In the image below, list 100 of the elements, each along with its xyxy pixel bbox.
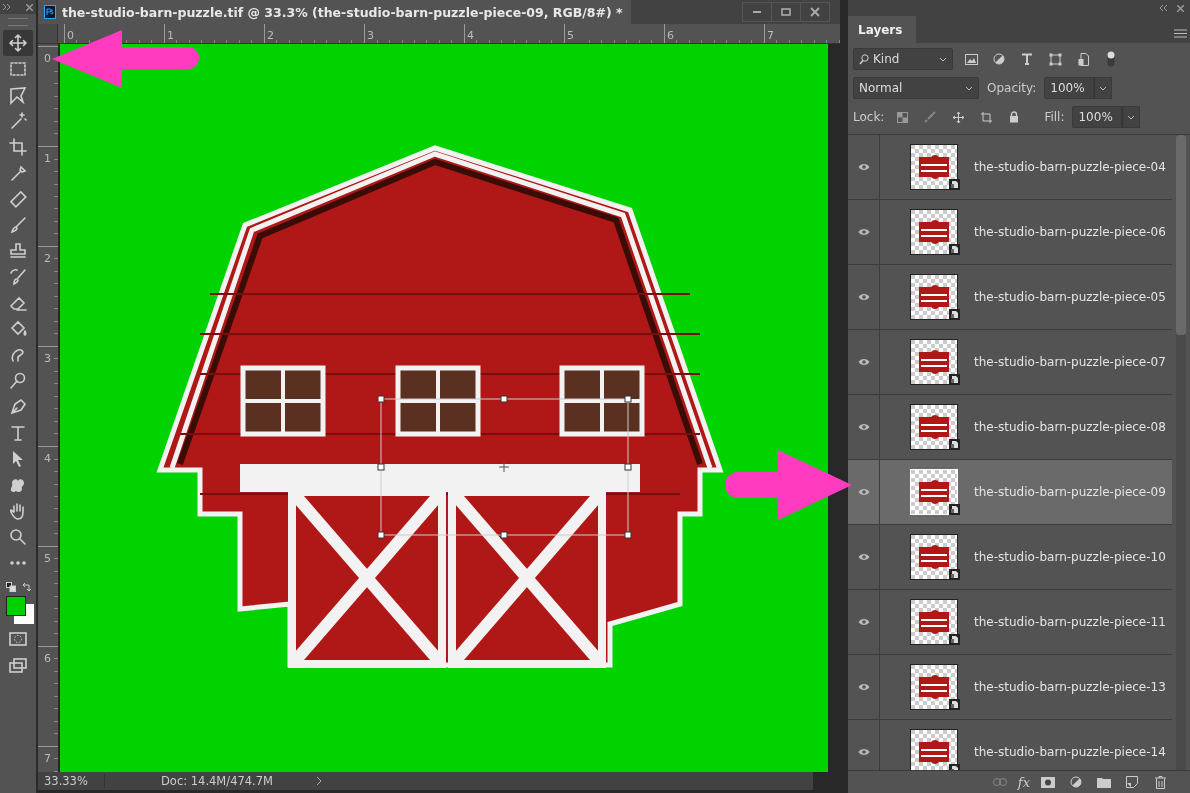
layer-thumbnail <box>910 339 958 385</box>
lock-label: Lock: <box>853 110 885 124</box>
smart-object-badge-icon <box>949 244 960 255</box>
caret-icon <box>965 85 973 91</box>
opacity-field[interactable]: 100% <box>1044 77 1095 99</box>
new-page-icon <box>1126 776 1138 788</box>
ruler-label: 3 <box>366 29 374 42</box>
blend-mode-dropdown[interactable]: Normal <box>853 77 979 99</box>
type-icon <box>1021 53 1033 65</box>
filter-dropdown[interactable]: Kind <box>853 48 953 70</box>
ruler-label: 4 <box>466 29 474 42</box>
paint-bucket-icon <box>8 319 28 339</box>
quick-mask-icon <box>8 629 28 649</box>
eye-icon <box>857 488 870 496</box>
blend-mode-value: Normal <box>859 81 903 95</box>
grip-handle[interactable] <box>8 18 28 26</box>
fill-field[interactable]: 100% <box>1072 106 1123 128</box>
ruler-label: 4 <box>43 452 51 465</box>
stamp-icon <box>8 241 28 261</box>
layer-row[interactable]: the-studio-barn-puzzle-piece-10 <box>848 525 1172 590</box>
toggle-icon <box>1107 51 1115 67</box>
search-icon <box>859 53 869 65</box>
pen-icon <box>8 397 28 417</box>
scrollbar-thumb[interactable] <box>1176 135 1186 335</box>
ruler-label: 2 <box>266 29 274 42</box>
magic-wand-icon <box>8 111 28 131</box>
swap-colors-icon <box>22 582 32 592</box>
layer-row[interactable]: the-studio-barn-puzzle-piece-08 <box>848 395 1172 460</box>
link-icon <box>992 778 1007 786</box>
layer-thumbnail <box>910 404 958 450</box>
document-tab[interactable]: the-studio-barn-puzzle.tif @ 33.3% (the-studio-barn-puzzle-piece-09, RGB/8#) * <box>38 0 631 24</box>
scrollbar-track[interactable] <box>1176 135 1186 770</box>
close-icon <box>1177 4 1184 12</box>
filter-value: Kind <box>873 52 900 66</box>
artboard-icon <box>979 110 993 124</box>
layer-row[interactable]: the-studio-barn-puzzle-piece-05 <box>848 265 1172 330</box>
brush-icon <box>8 215 28 235</box>
smart-object-badge-icon <box>949 699 960 710</box>
maximize-button[interactable] <box>771 2 801 22</box>
layer-thumbnail <box>910 469 958 515</box>
layer-row[interactable]: the-studio-barn-puzzle-piece-06 <box>848 200 1172 265</box>
layer-name: the-studio-barn-puzzle-piece-08 <box>974 420 1166 434</box>
checkerboard-icon <box>896 111 908 123</box>
eye-icon <box>857 553 870 561</box>
smart-object-badge-icon <box>949 634 960 645</box>
document-icon <box>44 5 56 19</box>
layer-name: the-studio-barn-puzzle-piece-13 <box>974 680 1166 694</box>
panel-tab[interactable]: Layers <box>848 16 917 43</box>
close-button[interactable] <box>800 2 830 22</box>
ruler-label: 2 <box>43 252 51 265</box>
eye-icon <box>857 358 870 366</box>
type-icon <box>8 423 28 443</box>
collapse-icon <box>3 4 11 10</box>
zoom-icon <box>8 527 28 547</box>
trash-icon <box>1154 775 1166 789</box>
ruler-label: 1 <box>43 152 51 165</box>
ruler-label: 1 <box>166 29 174 42</box>
layer-row[interactable]: the-studio-barn-puzzle-piece-11 <box>848 590 1172 655</box>
canvas[interactable] <box>60 44 828 772</box>
layer-thumbnail <box>910 729 958 770</box>
eye-icon <box>857 163 870 171</box>
tool-button[interactable] <box>3 30 33 56</box>
ruler-label: 0 <box>43 52 51 65</box>
maximize-icon <box>781 7 791 17</box>
layer-name: the-studio-barn-puzzle-piece-06 <box>974 225 1166 239</box>
caret-icon <box>1127 114 1136 120</box>
smart-object-badge-icon <box>949 569 960 580</box>
layer-style-button[interactable]: fx <box>1017 772 1030 792</box>
layer-thumbnail <box>910 274 958 320</box>
layer-thumbnail <box>910 599 958 645</box>
eye-icon <box>857 683 870 691</box>
collapse-icon <box>1159 5 1167 11</box>
layer-name: the-studio-barn-puzzle-piece-11 <box>974 615 1166 629</box>
transform-bounding-box[interactable] <box>377 395 632 539</box>
fill-label: Fill: <box>1044 110 1065 124</box>
layer-row[interactable]: the-studio-barn-puzzle-piece-04 <box>848 135 1172 200</box>
ruler-label: 6 <box>666 29 674 42</box>
eye-icon <box>857 618 870 626</box>
move-icon <box>8 33 28 53</box>
ruler-label: 5 <box>566 29 574 42</box>
document-size: Doc: 14.4M/474.7M <box>160 774 274 788</box>
minimize-button[interactable] <box>742 2 772 22</box>
bandage-icon <box>8 189 28 209</box>
layer-row[interactable]: the-studio-barn-puzzle-piece-13 <box>848 655 1172 720</box>
opacity-label: Opacity: <box>987 81 1037 95</box>
smart-object-badge-icon <box>949 439 960 450</box>
background-color-swatch[interactable] <box>14 604 34 624</box>
layer-row[interactable]: the-studio-barn-puzzle-piece-09 <box>848 460 1172 525</box>
zoom-level[interactable]: 33.33% <box>38 774 105 788</box>
smart-object-badge-icon <box>949 179 960 190</box>
close-icon <box>810 7 820 17</box>
smart-object-badge-icon <box>949 374 960 385</box>
layer-row[interactable]: the-studio-barn-puzzle-piece-07 <box>848 330 1172 395</box>
caret-icon <box>1099 85 1108 91</box>
eyedropper-icon <box>8 163 28 183</box>
history-brush-icon <box>8 267 28 287</box>
caret-icon <box>939 56 947 62</box>
ruler-label: 7 <box>766 29 774 42</box>
brush-icon <box>924 111 937 123</box>
foreground-color-swatch[interactable] <box>6 596 26 616</box>
